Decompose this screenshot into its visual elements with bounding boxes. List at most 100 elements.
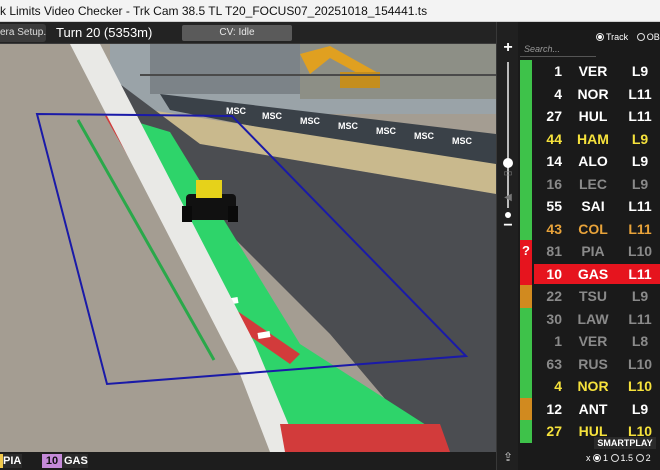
speaker-icon[interactable]: ◀ — [502, 192, 514, 204]
radio-track[interactable] — [596, 33, 604, 41]
driver-code: COL — [578, 220, 608, 237]
driver-code: PIA — [581, 243, 605, 259]
driver-chip-gas-number[interactable]: 10 — [42, 454, 62, 468]
status-strip — [520, 285, 532, 308]
driver-row[interactable]: 14 ALO L9 — [520, 150, 660, 173]
status-strip — [520, 150, 532, 173]
driver-lap: L11 — [628, 265, 652, 282]
driver-row[interactable]: 10 GAS L11 — [520, 262, 660, 285]
turn-label: Turn 20 (5353m) — [56, 25, 153, 40]
driver-number: 30 — [546, 310, 562, 327]
speed-option-2[interactable]: 2 — [635, 453, 651, 463]
speed-option-1-5[interactable]: 1.5 — [610, 453, 634, 463]
speed-option-1-5-label: 1.5 — [620, 453, 634, 463]
speed-option-1-label: 1 — [603, 453, 609, 463]
status-strip — [520, 105, 532, 128]
driver-number: 22 — [546, 288, 562, 304]
driver-row[interactable]: 27 HUL L11 — [520, 105, 660, 128]
playback-speed-options: x 1 1.5 2 — [586, 452, 651, 464]
driver-lap: L10 — [627, 243, 653, 259]
driver-code: LEC — [579, 175, 607, 192]
driver-row[interactable]: 43 COL L11 — [520, 217, 660, 240]
driver-lap: L9 — [631, 63, 649, 79]
speed-prefix: x — [586, 453, 591, 463]
driver-number: 12 — [546, 400, 562, 417]
billboard-msc-3: MSC — [300, 116, 321, 126]
driver-lap: L9 — [631, 130, 649, 147]
driver-number: 14 — [546, 153, 562, 169]
share-icon[interactable]: ⇪ — [502, 450, 514, 464]
driver-row[interactable]: 4 NOR L11 — [520, 82, 660, 105]
driver-lap: L10 — [627, 378, 653, 394]
driver-row[interactable]: 63 RUS L10 — [520, 352, 660, 375]
speed-option-1[interactable]: 1 — [593, 453, 608, 463]
billboard-msc-5: MSC — [376, 126, 397, 136]
radio-ob[interactable] — [636, 33, 645, 41]
driver-list: 1 VER L9 4 NOR L11 27 HUL L11 44 HAM L9 14 ALO L9 16 LEC… — [520, 60, 660, 443]
car-livery — [196, 180, 222, 198]
zoom-control: + − ▭ ◀ ⇪ — [496, 22, 518, 470]
zoom-slider-track[interactable] — [507, 62, 509, 208]
driver-code: LAW — [577, 310, 609, 327]
status-strip — [520, 330, 532, 353]
driver-row[interactable]: 55 SAI L11 — [520, 195, 660, 218]
driver-code: ANT — [578, 400, 608, 417]
video-frame[interactable]: MSC MSC MSC MSC MSC MSC MSC — [0, 44, 496, 452]
plus-icon[interactable]: + — [501, 40, 515, 56]
fence-top — [140, 74, 496, 76]
driver-row[interactable]: 1 VER L9 — [520, 60, 660, 83]
radio-speed-1[interactable] — [593, 454, 602, 462]
status-strip — [520, 195, 532, 218]
status-strip — [520, 60, 532, 83]
billboard-msc-2: MSC — [262, 111, 283, 121]
minus-icon[interactable]: − — [501, 218, 515, 234]
driver-number: 10 — [546, 265, 562, 282]
driver-code: VER — [578, 333, 608, 349]
driver-code: SAI — [581, 198, 605, 214]
driver-row[interactable]: 44 HAM L9 — [520, 127, 660, 150]
radio-speed-2[interactable] — [635, 454, 644, 462]
search-input[interactable] — [520, 41, 596, 57]
driver-row[interactable]: 30 LAW L11 — [520, 307, 660, 330]
driver-row[interactable]: 22 TSU L9 — [520, 285, 660, 308]
stand-structure — [150, 44, 300, 94]
driver-lap: L9 — [631, 175, 649, 192]
smartplay-button[interactable]: SMARTPLAY — [594, 437, 656, 449]
view-option-track-label: Track — [606, 32, 629, 42]
radio-speed-1-5[interactable] — [610, 454, 619, 462]
driver-row[interactable]: 4 NOR L10 — [520, 375, 660, 398]
driver-row[interactable]: 16 LEC L9 — [520, 172, 660, 195]
view-option-ob-label: OB — [646, 32, 660, 42]
driver-number: 43 — [546, 220, 562, 237]
frame-step-icon[interactable]: ▭ — [502, 168, 514, 180]
driver-number: 4 — [554, 85, 562, 102]
driver-number: 55 — [546, 198, 562, 214]
zoom-slider-handle[interactable] — [503, 158, 513, 168]
status-strip — [520, 307, 532, 330]
driver-lap: L11 — [628, 85, 652, 102]
driver-chip-pia[interactable]: PIA — [0, 454, 22, 468]
speed-option-2-label: 2 — [645, 453, 651, 463]
driver-row[interactable]: 1 VER L8 — [520, 330, 660, 353]
view-option-track[interactable]: Track — [596, 32, 628, 42]
driver-number: 4 — [554, 378, 562, 394]
camera-setup-button[interactable]: era Setup... — [0, 24, 46, 42]
billboard-msc-7: MSC — [452, 136, 473, 146]
driver-number: 27 — [546, 108, 562, 124]
status-strip — [520, 217, 532, 240]
view-option-ob[interactable]: OB — [636, 32, 660, 42]
driver-panel: Track OB 1VERL94NORL1127HULL1144HAML914A… — [518, 22, 660, 470]
car-wheel-right — [228, 206, 238, 222]
driver-row[interactable]: ? 81 PIA L10 — [520, 240, 660, 263]
driver-lap: L11 — [628, 220, 652, 237]
selected-drivers-bar: PIA 10 GAS — [0, 452, 496, 470]
driver-number: 44 — [546, 130, 562, 147]
status-strip — [520, 420, 532, 443]
billboard-msc-4: MSC — [338, 121, 359, 131]
driver-chip-gas[interactable]: GAS — [62, 454, 88, 468]
question-icon: ? — [520, 240, 532, 263]
driver-row[interactable]: 12 ANT L9 — [520, 397, 660, 420]
driver-lap: L11 — [628, 310, 652, 327]
status-strip — [520, 375, 532, 398]
driver-code: VER — [578, 63, 608, 79]
